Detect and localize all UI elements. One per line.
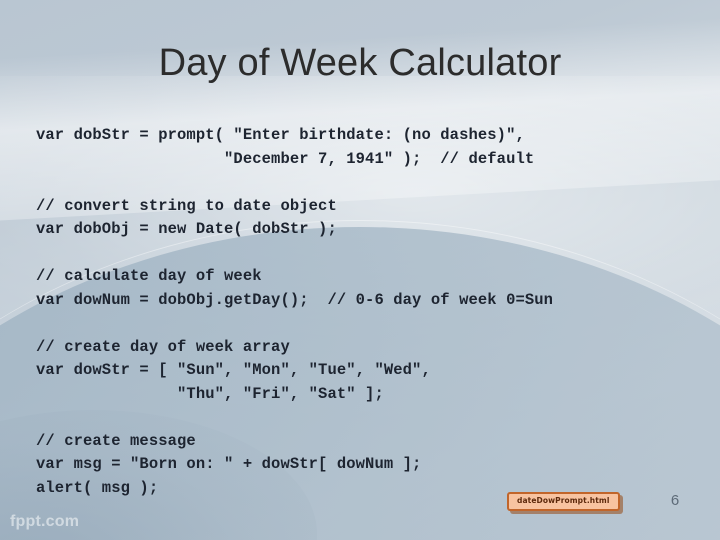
code-block-message-block: // create message var msg = "Born on: " +… <box>36 430 698 501</box>
file-name-callout[interactable]: dateDowPrompt.html <box>507 492 620 511</box>
slide-canvas: Day of Week Calculator var dobStr = prom… <box>0 0 720 540</box>
code-listing: var dobStr = prompt( "Enter birthdate: (… <box>36 124 698 500</box>
code-line: "Thu", "Fri", "Sat" ]; <box>36 384 384 403</box>
code-block-calculate-block: // calculate day of week var dowNum = dob… <box>36 265 698 312</box>
code-line: var dobStr = prompt( "Enter birthdate: (… <box>36 126 525 144</box>
code-line: var dowNum = dobObj.getDay(); // 0-6 day… <box>36 290 554 309</box>
code-block-array-block: // create day of week array var dowStr = … <box>36 336 698 407</box>
page-title: Day of Week Calculator <box>158 42 562 84</box>
code-block-prompt-block: var dobStr = prompt( "Enter birthdate: (… <box>36 124 698 171</box>
code-line: "December 7, 1941" ); // default <box>36 149 535 168</box>
code-line: // create day of week array <box>36 337 290 356</box>
code-line: var dobObj = new Date( dobStr ); <box>36 220 337 238</box>
code-line: // convert string to date object <box>36 196 337 215</box>
slide-number: 6 <box>670 492 680 509</box>
code-line: var dowStr = [ "Sun", "Mon", "Tue", "Wed… <box>36 361 431 379</box>
code-line: var msg = "Born on: " + dowStr[ dowNum ]… <box>36 455 422 473</box>
code-line: // calculate day of week <box>36 267 262 285</box>
code-block-convert-block: // convert string to date object var dobO… <box>36 195 698 242</box>
fppt-watermark: fppt.com <box>10 513 80 530</box>
code-line: // create message <box>36 431 196 450</box>
